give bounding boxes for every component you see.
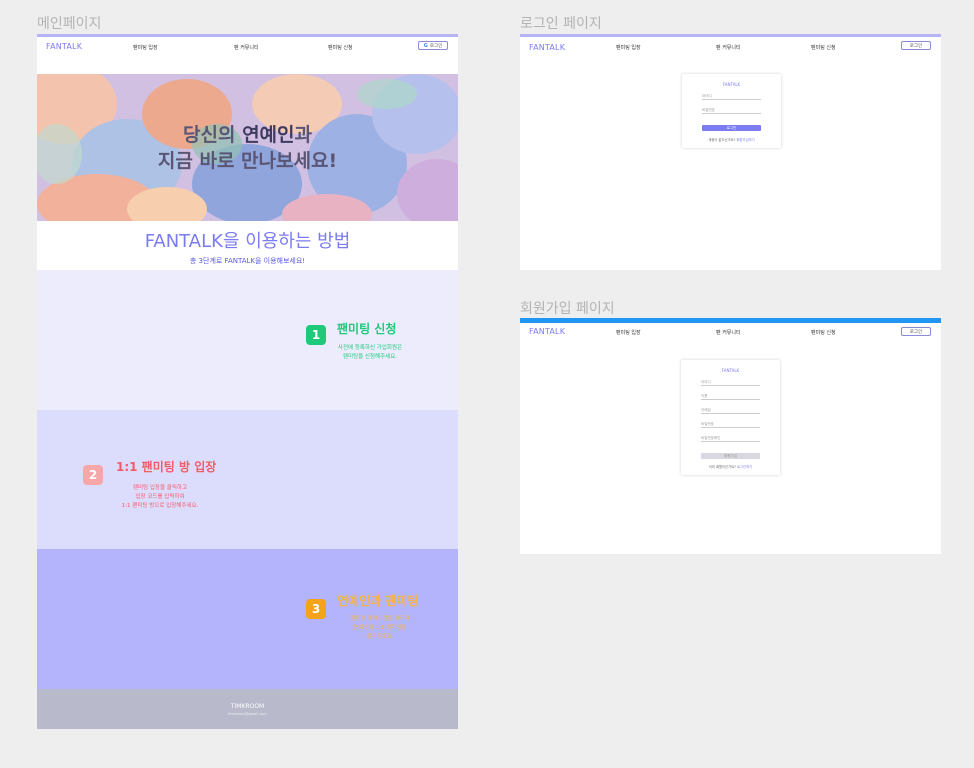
- nav-item-fanmeeting-apply[interactable]: 팬미팅 신청: [811, 44, 836, 51]
- step-3-desc: 팬미팅 예약시간을 지키며 연예인과 1:1 팬미팅을 즐겨주세요.: [350, 616, 410, 640]
- signup-link[interactable]: 회원가입하기: [736, 138, 754, 142]
- step-1-badge: 1: [306, 325, 326, 345]
- step-1-section: 1 팬미팅 신청 사전에 등록하신 가입회원은 팬미팅을 신청해주세요.: [37, 270, 458, 410]
- login-footer-text: 계정이 없으신가요?: [708, 138, 736, 142]
- footer-brand: TIMKROOM: [230, 703, 265, 710]
- google-login-button[interactable]: G 로그인: [418, 41, 448, 50]
- hero-line1-pre: 당신의: [183, 124, 243, 146]
- step-1-title: 팬미팅 신청: [337, 322, 397, 336]
- login-frame-label: 로그인 페이지: [520, 16, 602, 32]
- nav-item-fanmeeting-enter[interactable]: 팬미팅 입장: [133, 44, 158, 51]
- login-id-field[interactable]: 아이디: [702, 94, 761, 100]
- nav-item-community[interactable]: 팬 커뮤니티: [716, 329, 741, 336]
- step-1-desc: 사전에 등록하신 가입회원은 팬미팅을 신청해주세요.: [337, 345, 403, 360]
- login-button[interactable]: 로그인: [901, 41, 931, 50]
- nav-logo[interactable]: FANTALK: [46, 42, 82, 51]
- login-page-frame: FANTALK 팬미팅 입장 팬 커뮤니티 팬미팅 신청 로그인 FANTALK…: [520, 34, 941, 270]
- nav-logo[interactable]: FANTALK: [529, 327, 565, 336]
- login-button[interactable]: 로그인: [901, 327, 931, 336]
- nav-logo[interactable]: FANTALK: [529, 43, 565, 52]
- step-2-badge: 2: [83, 465, 103, 485]
- footer: TIMKROOM timkroom@gmail.com: [37, 689, 458, 729]
- login-link[interactable]: 로그인하기: [737, 465, 752, 469]
- login-card-title: FANTALK: [722, 82, 741, 87]
- hero-line2: 지금 바로 만나보세요!: [157, 150, 338, 172]
- login-card-footer: 계정이 없으신가요? 회원가입하기: [682, 137, 781, 142]
- nav-item-community[interactable]: 팬 커뮤니티: [716, 44, 741, 51]
- step-3-section: 3 연예인과 팬미팅 팬미팅 예약시간을 지키며 연예인과 1:1 팬미팅을 즐…: [37, 549, 458, 689]
- nav-item-fanmeeting-enter[interactable]: 팬미팅 입장: [616, 44, 641, 51]
- signup-frame-label: 회원가입 페이지: [520, 301, 615, 317]
- step-2-title: 1:1 팬미팅 방 입장: [116, 460, 217, 474]
- login-button-label: 로그인: [909, 329, 923, 335]
- nav-item-fanmeeting-enter[interactable]: 팬미팅 입장: [616, 329, 641, 336]
- footer-contact: timkroom@gmail.com: [228, 712, 267, 716]
- main-navbar: FANTALK 팬미팅 입장 팬 커뮤니티 팬미팅 신청 G 로그인: [37, 37, 458, 59]
- signup-card-footer: 이미 회원이신가요? 로그인하기: [681, 464, 780, 469]
- login-password-field[interactable]: 비밀번호: [702, 108, 761, 114]
- signup-submit-button[interactable]: 회원가입: [701, 453, 760, 459]
- login-navbar: FANTALK 팬미팅 입장 팬 커뮤니티 팬미팅 신청 로그인: [520, 37, 941, 59]
- signup-card-title: FANTALK: [721, 368, 740, 373]
- step-3-title: 연예인과 팬미팅: [337, 594, 419, 608]
- signup-password-field[interactable]: 비밀번호: [701, 422, 760, 428]
- signup-name-field[interactable]: 이름: [701, 394, 760, 400]
- nav-item-fanmeeting-apply[interactable]: 팬미팅 신청: [328, 44, 353, 51]
- step-2-desc: 팬미팅 입장을 클릭하고 입장 코드를 입력하여 1:1 팬미팅 방으로 입장해…: [121, 485, 199, 509]
- hero-banner: 당신의 연예인과 지금 바로 만나보세요!: [37, 74, 458, 221]
- hero-line1-post: 과: [294, 124, 312, 146]
- signup-email-field[interactable]: 이메일: [701, 408, 760, 414]
- login-card: FANTALK 아이디 비밀번호 로그인 계정이 없으신가요? 회원가입하기: [682, 74, 781, 148]
- step-2-section: 2 1:1 팬미팅 방 입장 팬미팅 입장을 클릭하고 입장 코드를 입력하여 …: [37, 410, 458, 550]
- hero-line1-highlight: 연예인: [242, 124, 295, 146]
- signup-card: FANTALK 아이디 이름 이메일 비밀번호 비밀번호확인 회원가입 이미 회…: [681, 360, 780, 475]
- login-button-label: 로그인: [429, 43, 443, 49]
- how-to-subtitle: 총 3단계로 FANTALK을 이용해보세요!: [189, 257, 306, 265]
- main-page-frame: FANTALK 팬미팅 입장 팬 커뮤니티 팬미팅 신청 G 로그인 당신의 연…: [37, 34, 458, 729]
- signup-password-confirm-field[interactable]: 비밀번호확인: [701, 436, 760, 442]
- nav-item-fanmeeting-apply[interactable]: 팬미팅 신청: [811, 329, 836, 336]
- signup-page-frame: FANTALK 팬미팅 입장 팬 커뮤니티 팬미팅 신청 로그인 FANTALK…: [520, 318, 941, 554]
- how-to-title: FANTALK을 이용하는 방법: [144, 231, 351, 252]
- signup-footer-text: 이미 회원이신가요?: [708, 465, 736, 469]
- nav-item-community[interactable]: 팬 커뮤니티: [234, 44, 259, 51]
- design-canvas: 메인페이지 로그인 페이지 회원가입 페이지 FANTALK 팬미팅 입장 팬 …: [0, 0, 974, 768]
- signup-id-field[interactable]: 아이디: [701, 380, 760, 386]
- hero-headline: 당신의 연예인과 지금 바로 만나보세요!: [37, 122, 458, 174]
- google-icon: G: [423, 42, 428, 49]
- login-button-label: 로그인: [909, 43, 923, 49]
- signup-navbar: FANTALK 팬미팅 입장 팬 커뮤니티 팬미팅 신청 로그인: [520, 323, 941, 345]
- main-frame-label: 메인페이지: [37, 16, 102, 32]
- login-submit-button[interactable]: 로그인: [702, 125, 761, 131]
